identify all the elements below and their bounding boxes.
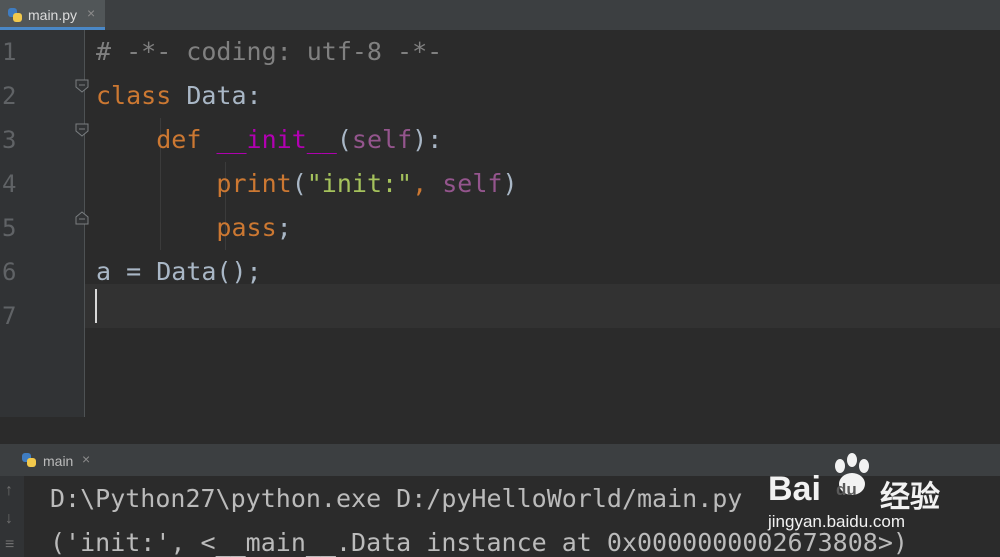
code-text: a = Data(); bbox=[96, 250, 262, 294]
code-text: pass; bbox=[96, 206, 292, 250]
line-number: 7 bbox=[2, 302, 17, 330]
run-tab-main[interactable]: main × bbox=[0, 444, 104, 476]
code-text: # -*- coding: utf-8 -*- bbox=[96, 30, 442, 74]
watermark-cn: 经验 bbox=[880, 481, 940, 514]
code-token: "init:" bbox=[306, 169, 413, 198]
watermark-brand: Bai bbox=[768, 470, 821, 508]
code-line: 3 def __init__(self): bbox=[0, 118, 1000, 162]
code-editor[interactable]: 1 # -*- coding: utf-8 -*- 2 class Data: 3 de… bbox=[0, 30, 1000, 417]
code-token: ( bbox=[291, 169, 307, 198]
console-toolbar: ↑ ↓ ≡ bbox=[0, 476, 24, 557]
code-token: ): bbox=[412, 125, 443, 154]
code-token: , bbox=[412, 169, 443, 198]
baidu-jingyan-watermark: Bai du 经验 jingyan.baidu.com bbox=[768, 452, 988, 534]
line-number: 4 bbox=[2, 170, 17, 198]
tab-label: main.py bbox=[28, 7, 78, 23]
code-token: pass bbox=[216, 213, 277, 242]
line-number: 6 bbox=[2, 258, 17, 286]
down-arrow-icon[interactable]: ↓ bbox=[5, 510, 13, 528]
console-line: D:\Python27\python.exe D:/pyHelloWorld/m… bbox=[50, 484, 743, 513]
code-token: ; bbox=[276, 213, 292, 242]
code-token: class bbox=[96, 81, 172, 110]
run-tab-close-icon[interactable]: × bbox=[82, 451, 90, 467]
python-run-icon bbox=[22, 453, 36, 467]
code-text: print("init:", self) bbox=[96, 162, 518, 206]
code-token: # -*- coding: utf-8 -*- bbox=[96, 37, 443, 66]
line-number: 3 bbox=[2, 126, 17, 154]
code-token: print bbox=[216, 169, 292, 198]
code-token: Data: bbox=[171, 81, 262, 110]
code-line: 5 pass; bbox=[0, 206, 1000, 250]
text-cursor bbox=[95, 289, 97, 323]
line-number: 2 bbox=[2, 82, 17, 110]
watermark-brand2: du bbox=[836, 480, 857, 499]
code-line: 2 class Data: bbox=[0, 74, 1000, 118]
wrap-icon[interactable]: ≡ bbox=[5, 536, 14, 554]
fold-def-icon[interactable] bbox=[75, 123, 89, 137]
line-number: 5 bbox=[2, 214, 17, 242]
panel-divider bbox=[0, 417, 1000, 444]
code-line: 1 # -*- coding: utf-8 -*- bbox=[0, 30, 1000, 74]
line-number: 1 bbox=[2, 38, 17, 66]
code-token: self bbox=[442, 169, 503, 198]
code-token: self bbox=[351, 125, 413, 154]
code-line: 4 print("init:", self) bbox=[0, 162, 1000, 206]
code-token: ) bbox=[502, 169, 518, 198]
code-text: class Data: bbox=[96, 74, 262, 118]
watermark-url: jingyan.baidu.com bbox=[768, 512, 906, 531]
fold-class-icon[interactable] bbox=[75, 79, 89, 93]
tab-main-py[interactable]: main.py × bbox=[0, 0, 105, 30]
code-token: def bbox=[156, 125, 202, 154]
fold-end-icon[interactable] bbox=[75, 211, 89, 225]
tab-close-icon[interactable]: × bbox=[87, 5, 95, 21]
code-token: __init__ bbox=[216, 125, 337, 154]
code-text: def __init__(self): bbox=[96, 118, 442, 162]
editor-tab-bar: main.py × bbox=[0, 0, 1000, 30]
code-token: ( bbox=[336, 125, 352, 154]
up-arrow-icon[interactable]: ↑ bbox=[5, 482, 13, 500]
code-line: 7 bbox=[0, 294, 1000, 338]
python-file-icon bbox=[8, 8, 22, 22]
run-tab-label: main bbox=[43, 453, 74, 469]
code-token: a = Data(); bbox=[96, 257, 262, 286]
code-line: 6 a = Data(); bbox=[0, 250, 1000, 294]
